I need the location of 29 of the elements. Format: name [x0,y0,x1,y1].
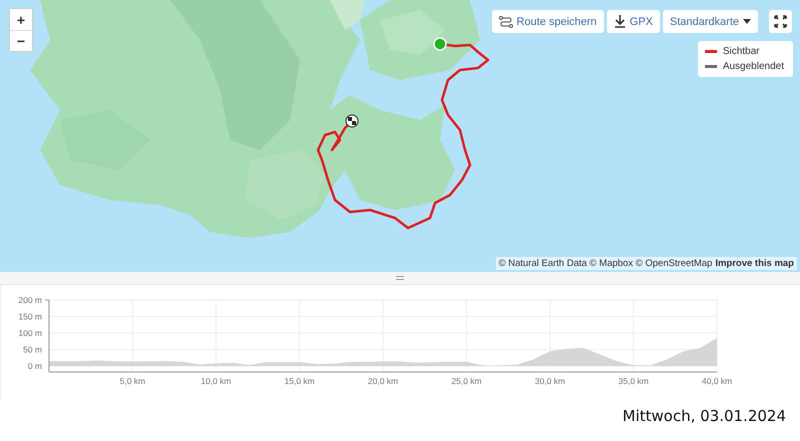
x-tick-label: 5,0 km [120,376,146,386]
y-tick-label: 0 m [28,361,42,372]
save-route-button[interactable]: Route speichern [492,10,604,33]
legend-label: Ausgeblendet [722,61,784,72]
route-icon [498,16,513,28]
y-tick-label: 100 m [18,328,42,338]
start-marker [433,37,447,51]
x-tick-label: 30,0 km [534,376,566,386]
date-caption: Mittwoch, 03.01.2024 [622,407,786,425]
attribution-text: © Natural Earth Data © Mapbox © OpenStreetMap [498,258,712,269]
y-tick-label: 50 m [23,344,42,355]
x-tick-label: 20,0 km [368,376,398,386]
map-style-dropdown[interactable]: Standardkarte [662,10,758,33]
fullscreen-icon [774,15,787,28]
zoom-out-button[interactable]: − [10,30,32,51]
fullscreen-button[interactable] [769,10,792,33]
x-tick-label: 10,0 km [200,376,232,386]
improve-map-link[interactable]: Improve this map [715,258,794,269]
caret-icon [743,19,751,24]
resize-handle-icon[interactable] [396,276,404,280]
legend-label: Sichtbar [722,46,760,57]
download-icon [614,15,626,28]
x-tick-label: 40,0 km [702,376,732,386]
y-tick-label: 200 m [18,295,42,305]
x-tick-label: 15,0 km [284,376,315,386]
x-tick-label: 25,0 km [451,376,482,386]
y-tick-label: 150 m [18,312,42,322]
download-button[interactable]: GPX [606,10,660,33]
x-tick-label: 35,0 km [618,376,649,386]
